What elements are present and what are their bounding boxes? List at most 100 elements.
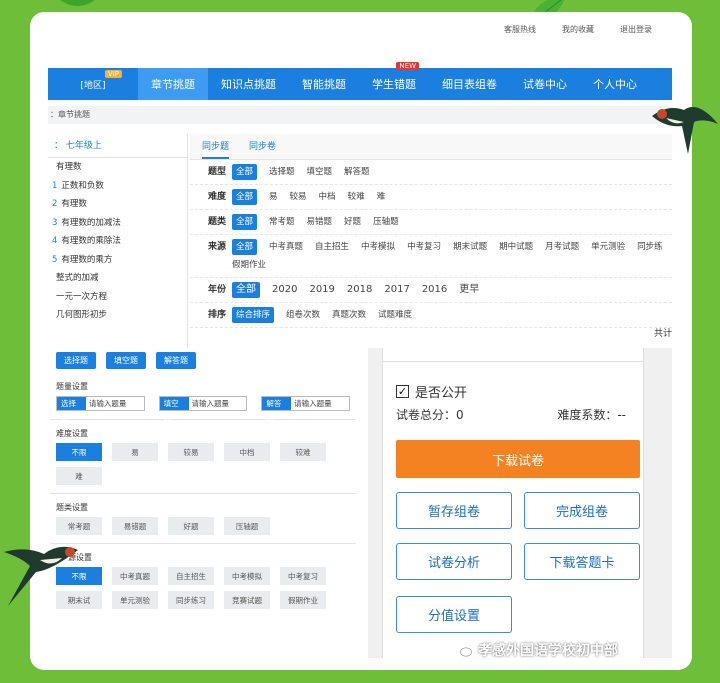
nav-item-knowledge[interactable]: 知识点挑题 [208, 68, 289, 100]
filter-option[interactable]: 中考复习 [407, 239, 441, 255]
filter-option[interactable]: 压轴题 [373, 214, 399, 230]
filter-option[interactable]: 2020 [272, 282, 297, 298]
chapter-number: 1 [52, 180, 58, 191]
top-link[interactable]: 退出登录 [620, 24, 652, 35]
source-option[interactable]: 同步练习 [168, 591, 214, 609]
chapter-item[interactable]: 几何图形初步 [48, 306, 187, 325]
filter-option[interactable]: 同步练 [637, 239, 663, 255]
finish-paper-button[interactable]: 完成组卷 [524, 492, 640, 529]
save-draft-button[interactable]: 暂存组卷 [396, 492, 512, 529]
category-option[interactable]: 压轴题 [224, 517, 270, 535]
chapter-item[interactable]: 有理数 [48, 158, 187, 177]
difficulty-option[interactable]: 较难 [280, 443, 326, 461]
filter-option[interactable]: 全部 [232, 164, 258, 180]
type-button[interactable]: 解答题 [156, 352, 196, 369]
filter-option[interactable]: 真题次数 [332, 307, 366, 323]
top-link[interactable]: 我的收藏 [562, 24, 594, 35]
source-option[interactable]: 竞赛试题 [224, 591, 270, 609]
filter-option[interactable]: 组卷次数 [286, 307, 320, 323]
source-option[interactable]: 中考复习 [280, 567, 326, 585]
nav-item-mistakes[interactable]: 学生错题 NEW [359, 62, 429, 100]
top-link[interactable]: 客服热线 [504, 24, 536, 35]
source-option[interactable]: 单元测验 [112, 591, 158, 609]
filter-options: 综合排序 组卷次数 真题次数 试题难度 [232, 307, 672, 323]
filter-label: 题型 [208, 167, 227, 177]
chapter-title: 有理数 [61, 199, 87, 209]
filter-option[interactable]: 单元测验 [591, 239, 625, 255]
source-option[interactable]: 假期作业 [280, 591, 326, 609]
filter-option[interactable]: 期中试题 [499, 239, 533, 255]
source-option[interactable]: 自主招生 [168, 567, 214, 585]
filter-option[interactable]: 易错题 [307, 214, 333, 230]
filter-option[interactable]: 常考题 [269, 214, 295, 230]
nav-item-profile[interactable]: 个人中心 [580, 68, 650, 100]
type-button[interactable]: 选择题 [56, 352, 96, 369]
count-input[interactable]: 选择题 请输入题量 [56, 396, 145, 422]
filter-option[interactable]: 更早 [459, 282, 479, 298]
tab-sync-papers[interactable]: 同步卷 [249, 134, 276, 159]
filter-option[interactable]: 假期作业 [232, 257, 266, 273]
category-option[interactable]: 好题 [168, 517, 214, 535]
filter-option[interactable]: 填空题 [307, 164, 333, 180]
nav-item-chapter[interactable]: 章节挑题 [138, 68, 208, 100]
paper-analysis-button[interactable]: 试卷分析 [396, 543, 512, 580]
nav-item-table[interactable]: 细目表组卷 [429, 68, 510, 100]
difficulty-option[interactable]: 易 [112, 443, 158, 461]
chapter-item[interactable]: 整式的加减 [48, 269, 187, 288]
chapter-item[interactable]: 5 有理数的乘方 [48, 251, 187, 270]
chapter-title: 有理数的加减法 [61, 217, 121, 228]
filter-option[interactable]: 全部 [232, 214, 258, 230]
filter-option[interactable]: 全部 [232, 189, 258, 205]
filter-label: 难度 [208, 192, 227, 202]
download-paper-button[interactable]: 下载试卷 [396, 440, 640, 478]
tab-sync-questions[interactable]: 同步题 [202, 134, 230, 159]
difficulty-option[interactable]: 较易 [168, 443, 214, 461]
public-checkbox[interactable]: ✓ [396, 385, 409, 398]
nav-item-papers[interactable]: 试卷中心 [510, 68, 580, 100]
filter-option[interactable]: 综合排序 [232, 307, 275, 323]
source-option[interactable]: 中考真题 [112, 567, 158, 585]
public-label: 是否公开 [415, 386, 468, 401]
filter-option[interactable]: 全部 [232, 282, 260, 298]
chapter-item[interactable]: 4 有理数的乘除法 [48, 232, 187, 251]
difficulty-option[interactable]: 难 [56, 467, 102, 485]
filter-option[interactable]: 较易 [290, 189, 307, 205]
score-settings-button[interactable]: 分值设置 [396, 596, 512, 633]
count-input[interactable]: 解答题 请输入题量 [261, 396, 351, 422]
difficulty-option[interactable]: 中档 [224, 443, 270, 461]
type-button[interactable]: 填空题 [106, 352, 146, 369]
filter-option[interactable]: 试题难度 [378, 307, 412, 323]
filter-option[interactable]: 较难 [348, 189, 365, 205]
chapter-item[interactable]: 2 有理数 [48, 195, 187, 214]
filter-option[interactable]: 难 [377, 189, 386, 205]
filter-option[interactable]: 月考试题 [545, 239, 579, 255]
filter-option[interactable]: 中考模拟 [361, 239, 395, 255]
count-input[interactable]: 填空题 请输入题量 [158, 396, 248, 422]
source-option[interactable]: 中考模拟 [224, 567, 270, 585]
filter-option[interactable]: 期末试题 [453, 239, 487, 255]
grade-selector[interactable]: ： 七年级上 [48, 134, 187, 158]
filter-option[interactable]: 自主招生 [315, 239, 349, 255]
chapter-item[interactable]: 一元一次方程 [48, 288, 187, 307]
category-option[interactable]: 易错题 [112, 517, 158, 535]
filter-option[interactable]: 中档 [319, 189, 336, 205]
filter-option[interactable]: 2016 [422, 282, 447, 298]
difficulty-option[interactable]: 不限 [56, 443, 102, 461]
filter-option[interactable]: 全部 [232, 239, 258, 255]
public-option[interactable]: ✓ 是否公开 [396, 382, 467, 401]
download-answer-sheet-button[interactable]: 下载答题卡 [524, 543, 640, 580]
filter-option[interactable]: 2017 [384, 282, 409, 298]
filter-option[interactable]: 2018 [347, 282, 372, 298]
region-selector[interactable]: [地区] VIP [48, 68, 138, 100]
filter-option[interactable]: 解答题 [344, 164, 370, 180]
filter-option[interactable]: 选择题 [269, 164, 295, 180]
chapter-item[interactable]: 3 有理数的加减法 [48, 214, 187, 233]
filter-option[interactable]: 中考真题 [269, 239, 303, 255]
chapter-number: 3 [52, 217, 58, 228]
nav-item-smart[interactable]: 智能挑题 [289, 68, 359, 100]
filter-option[interactable]: 易 [269, 189, 278, 205]
chapter-item[interactable]: 1 正数和负数 [48, 177, 187, 196]
category-option[interactable]: 常考题 [56, 517, 102, 535]
filter-option[interactable]: 2019 [309, 282, 334, 298]
filter-option[interactable]: 好题 [344, 214, 361, 230]
